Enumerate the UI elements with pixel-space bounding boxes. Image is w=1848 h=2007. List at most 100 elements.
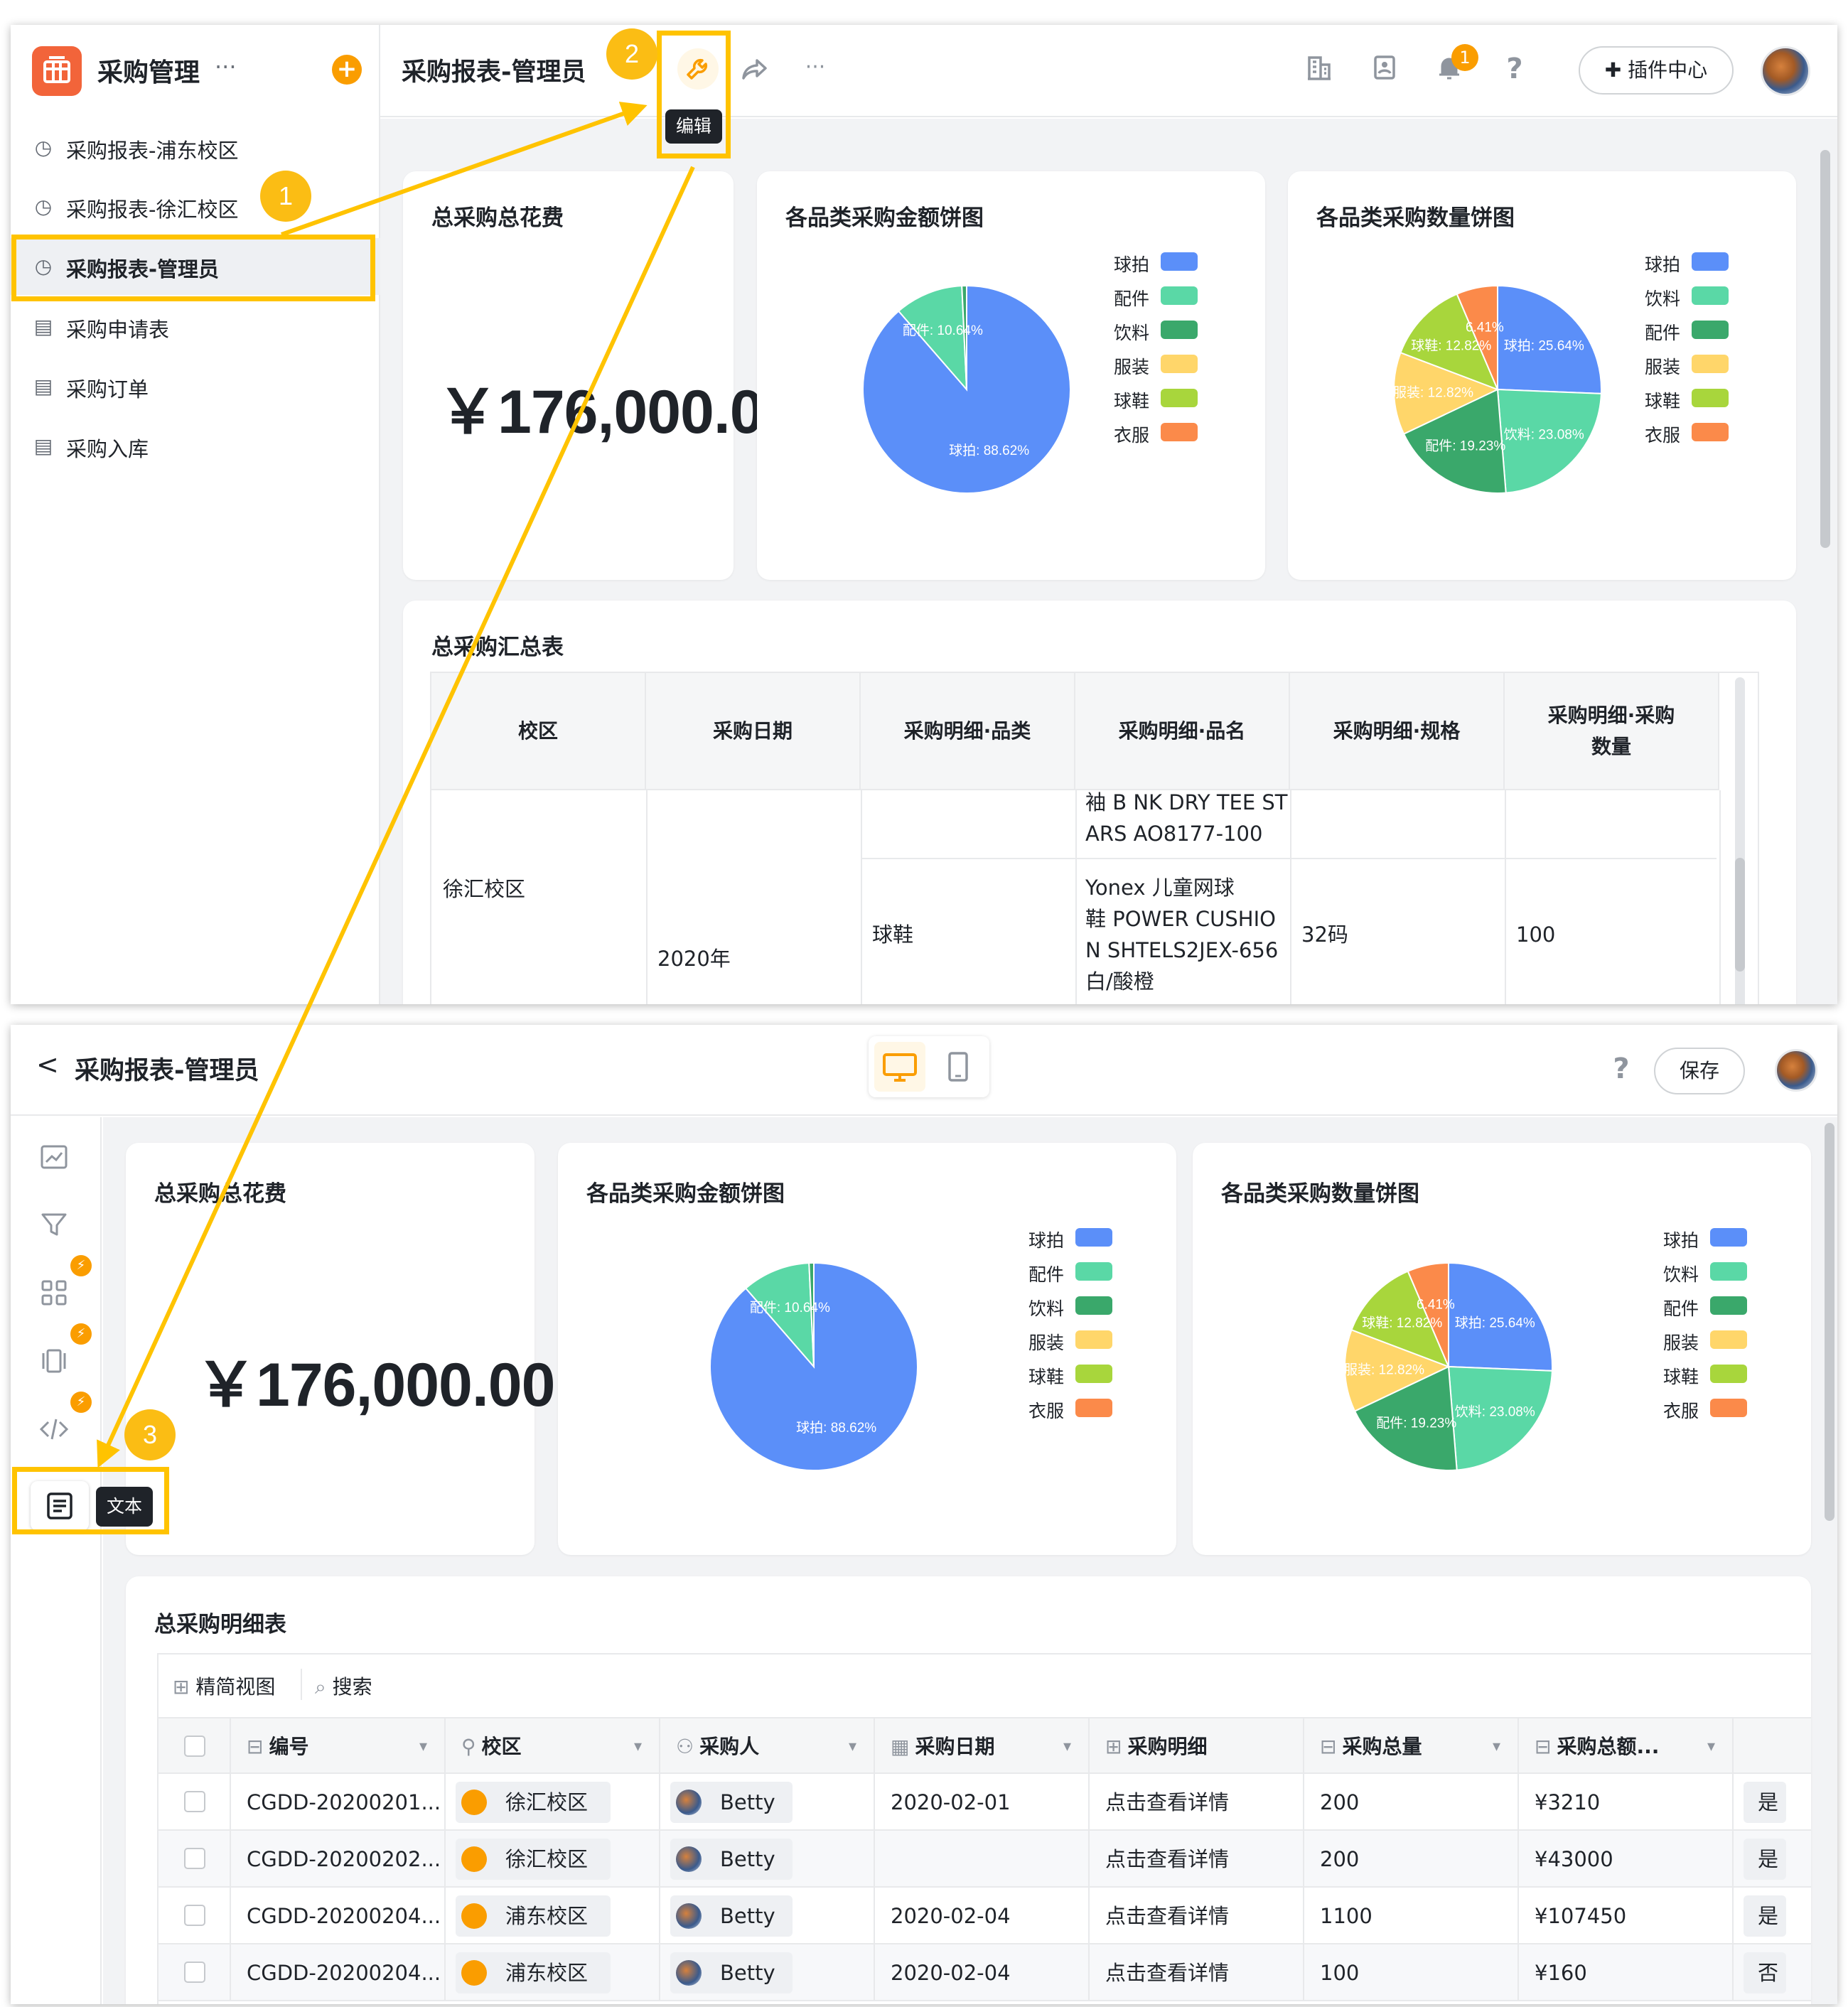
org-icon[interactable]	[1302, 53, 1336, 87]
filter-icon[interactable]	[38, 1208, 70, 1241]
table-scrollbar[interactable]	[1735, 858, 1745, 972]
nav-item-purchase-order[interactable]: ▤ 采购订单	[11, 358, 380, 415]
help-icon[interactable]: ?	[1498, 52, 1532, 86]
column-header[interactable]: 校区	[431, 673, 646, 790]
app-title: 采购管理	[97, 58, 200, 87]
summary-table[interactable]: 校区 采购日期 采购明细·品类 采购明细·品名 采购明细·规格 采购明细·采购 …	[430, 672, 1759, 1004]
legend-item[interactable]: 配件	[1648, 1295, 1747, 1319]
legend-item[interactable]: 饮料	[1098, 319, 1198, 343]
back-button[interactable]: <	[36, 1049, 59, 1080]
legend-item[interactable]: 服装	[1098, 353, 1198, 377]
legend-item[interactable]: 衣服	[1098, 421, 1198, 446]
cell-detail-link[interactable]: 点击查看详情	[1105, 1787, 1229, 1818]
column-header-qty[interactable]: ⊟ 采购总量 ▾	[1303, 1718, 1517, 1775]
legend-swatch	[1692, 252, 1729, 271]
row-checkbox[interactable]	[184, 1962, 205, 1983]
legend-item[interactable]: 饮料	[1648, 1261, 1747, 1285]
column-header[interactable]: 采购明细·品类	[861, 673, 1075, 790]
share-icon[interactable]	[737, 52, 771, 86]
quantity-pie-card[interactable]: 各品类采购数量饼图 球拍: 25.64% 饮料: 23.08% 配件: 19.23%…	[1193, 1143, 1811, 1555]
buyer-avatar	[676, 1846, 702, 1872]
desktop-icon[interactable]	[874, 1042, 925, 1092]
page-scrollbar[interactable]	[1825, 1123, 1834, 1521]
search-icon: ⌕	[315, 1675, 326, 1699]
legend-item[interactable]: 配件	[1013, 1261, 1112, 1285]
more-actions-button[interactable]: ···	[798, 50, 832, 85]
tablet-icon[interactable]	[933, 1042, 984, 1092]
nav-item-xuhui[interactable]: ◷ 采购报表-徐汇校区	[11, 178, 380, 235]
quantity-pie-card[interactable]: 各品类采购数量饼图 球拍: 25.64% 饮料: 23.08% 配件: 19.23%…	[1288, 171, 1796, 580]
search-button[interactable]: ⌕ 搜索	[315, 1672, 372, 1700]
row-checkbox[interactable]	[184, 1848, 205, 1869]
amount-pie-card[interactable]: 各品类采购金额饼图 球拍: 88.62% 配件: 10.64% 球拍 配件 饮料 服装球…	[558, 1143, 1176, 1555]
user-avatar[interactable]	[1775, 1049, 1817, 1092]
column-header-amount[interactable]: ⊟ 采购总额... ▾	[1517, 1718, 1732, 1775]
legend-item[interactable]: 球鞋	[1098, 387, 1198, 411]
column-header[interactable]: 采购明细·采购 数量	[1505, 673, 1719, 790]
nav-item-purchase-request[interactable]: ▤ 采购申请表	[11, 298, 380, 355]
row-checkbox[interactable]	[184, 1791, 205, 1812]
legend-item[interactable]: 服装	[1629, 353, 1729, 377]
column-header-campus[interactable]: ⚲ 校区 ▾	[444, 1718, 659, 1775]
column-header[interactable]: 采购日期	[646, 673, 861, 790]
nav-item-stock-in[interactable]: ▤ 采购入库	[11, 418, 380, 475]
legend-item[interactable]: 球鞋	[1629, 387, 1729, 411]
select-all-checkbox[interactable]	[184, 1736, 205, 1757]
column-header-buyer[interactable]: ⚇ 采购人 ▾	[659, 1718, 874, 1775]
quantity-pie-chart: 球拍: 25.64% 饮料: 23.08%配件: 19.23% 服装: 12.82%…	[1344, 1261, 1553, 1471]
table-row[interactable]: CGDD-20200201... 徐汇校区 Betty 2020-02-01 点击查看详…	[159, 1774, 1811, 1831]
column-header-detail[interactable]: ⊞ 采购明细	[1088, 1718, 1303, 1775]
cell-detail-link[interactable]: 点击查看详情	[1105, 1900, 1229, 1932]
total-spend-card[interactable]: 总采购总花费 ￥176,000.00	[403, 171, 797, 580]
contacts-icon[interactable]	[1367, 53, 1401, 87]
detail-table[interactable]: ⊞ 精简视图 ⌕ 搜索 ⊟ 编号 ▾ ⚲ 校区 ▾ ⚇ 采购人 ▾ ▦ 采购日期…	[157, 1653, 1811, 2004]
add-button[interactable]: +	[332, 55, 362, 85]
legend-swatch	[1710, 1228, 1747, 1247]
column-header-id[interactable]: ⊟ 编号 ▾	[230, 1718, 444, 1775]
amount-pie-card[interactable]: 各品类采购金额饼图 球拍: 88.62% 配件: 10.64% 球拍 配件 饮料 服装球…	[757, 171, 1265, 580]
total-spend-card[interactable]: 总采购总花费 ￥176,000.00	[126, 1143, 555, 1555]
legend-item[interactable]: 球鞋	[1013, 1363, 1112, 1387]
cell-detail-link[interactable]: 点击查看详情	[1105, 1844, 1229, 1875]
app-more-button[interactable]: ···	[215, 53, 237, 80]
legend-item[interactable]: 服装	[1013, 1329, 1112, 1353]
legend-item[interactable]: 衣服	[1013, 1397, 1112, 1421]
buyer-tag: Betty	[670, 1782, 793, 1823]
table-row[interactable]: CGDD-20200202... 徐汇校区 Betty 点击查看详情 200 ¥43000…	[159, 1831, 1811, 1888]
table-row[interactable]: CGDD-20200204... 浦东校区 Betty 2020-02-04 点击查看详…	[159, 1888, 1811, 1944]
cell-detail-link[interactable]: 点击查看详情	[1105, 1957, 1229, 1989]
legend-item[interactable]: 衣服	[1629, 421, 1729, 446]
legend-item[interactable]: 衣服	[1648, 1397, 1747, 1421]
cell-qty: 200	[1320, 1847, 1360, 1871]
legend-label: 服装	[1662, 1333, 1699, 1353]
column-header[interactable]: 采购明细·规格	[1290, 673, 1505, 790]
legend-item[interactable]: 饮料	[1629, 285, 1729, 309]
legend-item[interactable]: 球拍	[1648, 1227, 1747, 1251]
column-header-date[interactable]: ▦ 采购日期 ▾	[874, 1718, 1088, 1775]
grid-icon[interactable]	[38, 1276, 70, 1309]
chart-component-icon[interactable]	[38, 1141, 70, 1173]
code-icon[interactable]	[38, 1413, 70, 1446]
row-checkbox[interactable]	[184, 1905, 205, 1926]
save-button[interactable]: 保存	[1654, 1048, 1745, 1094]
compact-view-button[interactable]: ⊞ 精简视图	[173, 1672, 275, 1700]
legend-item[interactable]: 球拍	[1013, 1227, 1112, 1251]
help-icon[interactable]: ?	[1604, 1052, 1638, 1086]
pie-data-label: 球拍: 25.64%	[1504, 338, 1584, 353]
card-title: 各品类采购金额饼图	[586, 1181, 785, 1207]
legend-label: 饮料	[1028, 1298, 1064, 1319]
column-header[interactable]: 采购明细·品名	[1075, 673, 1290, 790]
legend-item[interactable]: 球鞋	[1648, 1363, 1747, 1387]
legend-item[interactable]: 服装	[1648, 1329, 1747, 1353]
legend-item[interactable]: 饮料	[1013, 1295, 1112, 1319]
legend-item[interactable]: 球拍	[1629, 251, 1729, 275]
legend-item[interactable]: 配件	[1098, 285, 1198, 309]
table-row[interactable]: CGDD-20200204... 浦东校区 Betty 2020-02-04 点击查看详…	[159, 1944, 1811, 2001]
page-scrollbar[interactable]	[1820, 150, 1830, 548]
carousel-icon[interactable]	[38, 1345, 70, 1377]
legend-item[interactable]: 球拍	[1098, 251, 1198, 275]
legend-item[interactable]: 配件	[1629, 319, 1729, 343]
user-avatar[interactable]	[1761, 46, 1810, 96]
nav-item-pudong[interactable]: ◷ 采购报表-浦东校区	[11, 119, 380, 176]
plugin-center-button[interactable]: ✚ 插件中心	[1579, 46, 1734, 95]
